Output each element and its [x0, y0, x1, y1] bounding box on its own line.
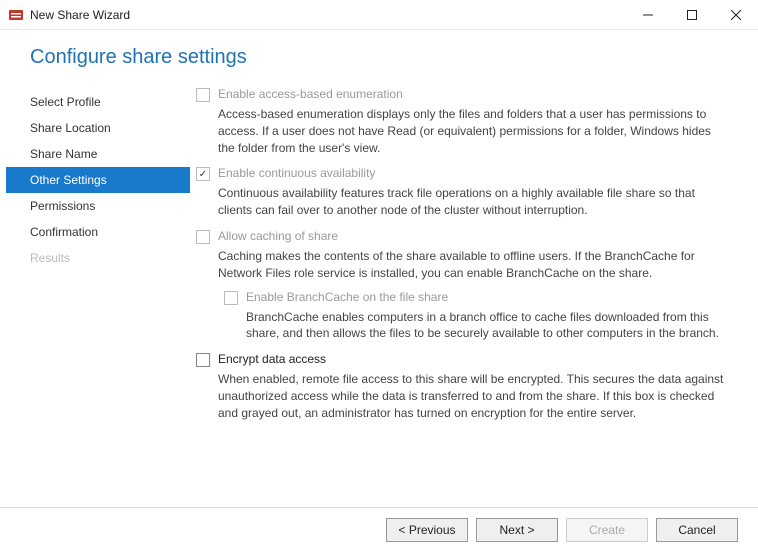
option-branchcache: Enable BranchCache on the file share Bra…: [224, 290, 730, 343]
next-button[interactable]: Next >: [476, 518, 558, 542]
step-permissions[interactable]: Permissions: [6, 193, 190, 219]
desc-ca: Continuous availability features track f…: [218, 185, 730, 219]
checkbox-branchcache: [224, 291, 238, 305]
desc-cache: Caching makes the contents of the share …: [218, 248, 730, 282]
minimize-button[interactable]: [626, 0, 670, 30]
app-icon: [8, 7, 24, 23]
content: Enable access-based enumeration Access-b…: [190, 87, 758, 507]
label-encrypt: Encrypt data access: [218, 352, 326, 366]
label-ca: Enable continuous availability: [218, 166, 375, 180]
create-button: Create: [566, 518, 648, 542]
step-select-profile[interactable]: Select Profile: [6, 89, 190, 115]
maximize-button[interactable]: [670, 0, 714, 30]
step-share-location[interactable]: Share Location: [6, 115, 190, 141]
titlebar: New Share Wizard: [0, 0, 758, 30]
checkbox-abe: [196, 88, 210, 102]
step-share-name[interactable]: Share Name: [6, 141, 190, 167]
label-branchcache: Enable BranchCache on the file share: [246, 290, 448, 304]
wizard-steps: Select Profile Share Location Share Name…: [0, 87, 190, 507]
label-abe: Enable access-based enumeration: [218, 87, 403, 101]
close-button[interactable]: [714, 0, 758, 30]
step-results: Results: [6, 245, 190, 271]
step-other-settings[interactable]: Other Settings: [6, 167, 190, 193]
checkbox-ca: [196, 167, 210, 181]
main: Select Profile Share Location Share Name…: [0, 87, 758, 507]
label-cache: Allow caching of share: [218, 229, 338, 243]
step-confirmation[interactable]: Confirmation: [6, 219, 190, 245]
cancel-button[interactable]: Cancel: [656, 518, 738, 542]
desc-abe: Access-based enumeration displays only t…: [218, 106, 730, 156]
footer: < Previous Next > Create Cancel: [0, 507, 758, 551]
option-ca: Enable continuous availability Continuou…: [196, 166, 730, 219]
checkbox-encrypt[interactable]: [196, 353, 210, 367]
page-heading: Configure share settings: [0, 30, 758, 87]
option-encrypt: Encrypt data access When enabled, remote…: [196, 352, 730, 421]
desc-encrypt: When enabled, remote file access to this…: [218, 371, 730, 421]
checkbox-cache: [196, 230, 210, 244]
desc-branchcache: BranchCache enables computers in a branc…: [246, 309, 730, 343]
option-abe: Enable access-based enumeration Access-b…: [196, 87, 730, 156]
option-cache: Allow caching of share Caching makes the…: [196, 229, 730, 342]
previous-button[interactable]: < Previous: [386, 518, 468, 542]
window-title: New Share Wizard: [30, 8, 626, 22]
